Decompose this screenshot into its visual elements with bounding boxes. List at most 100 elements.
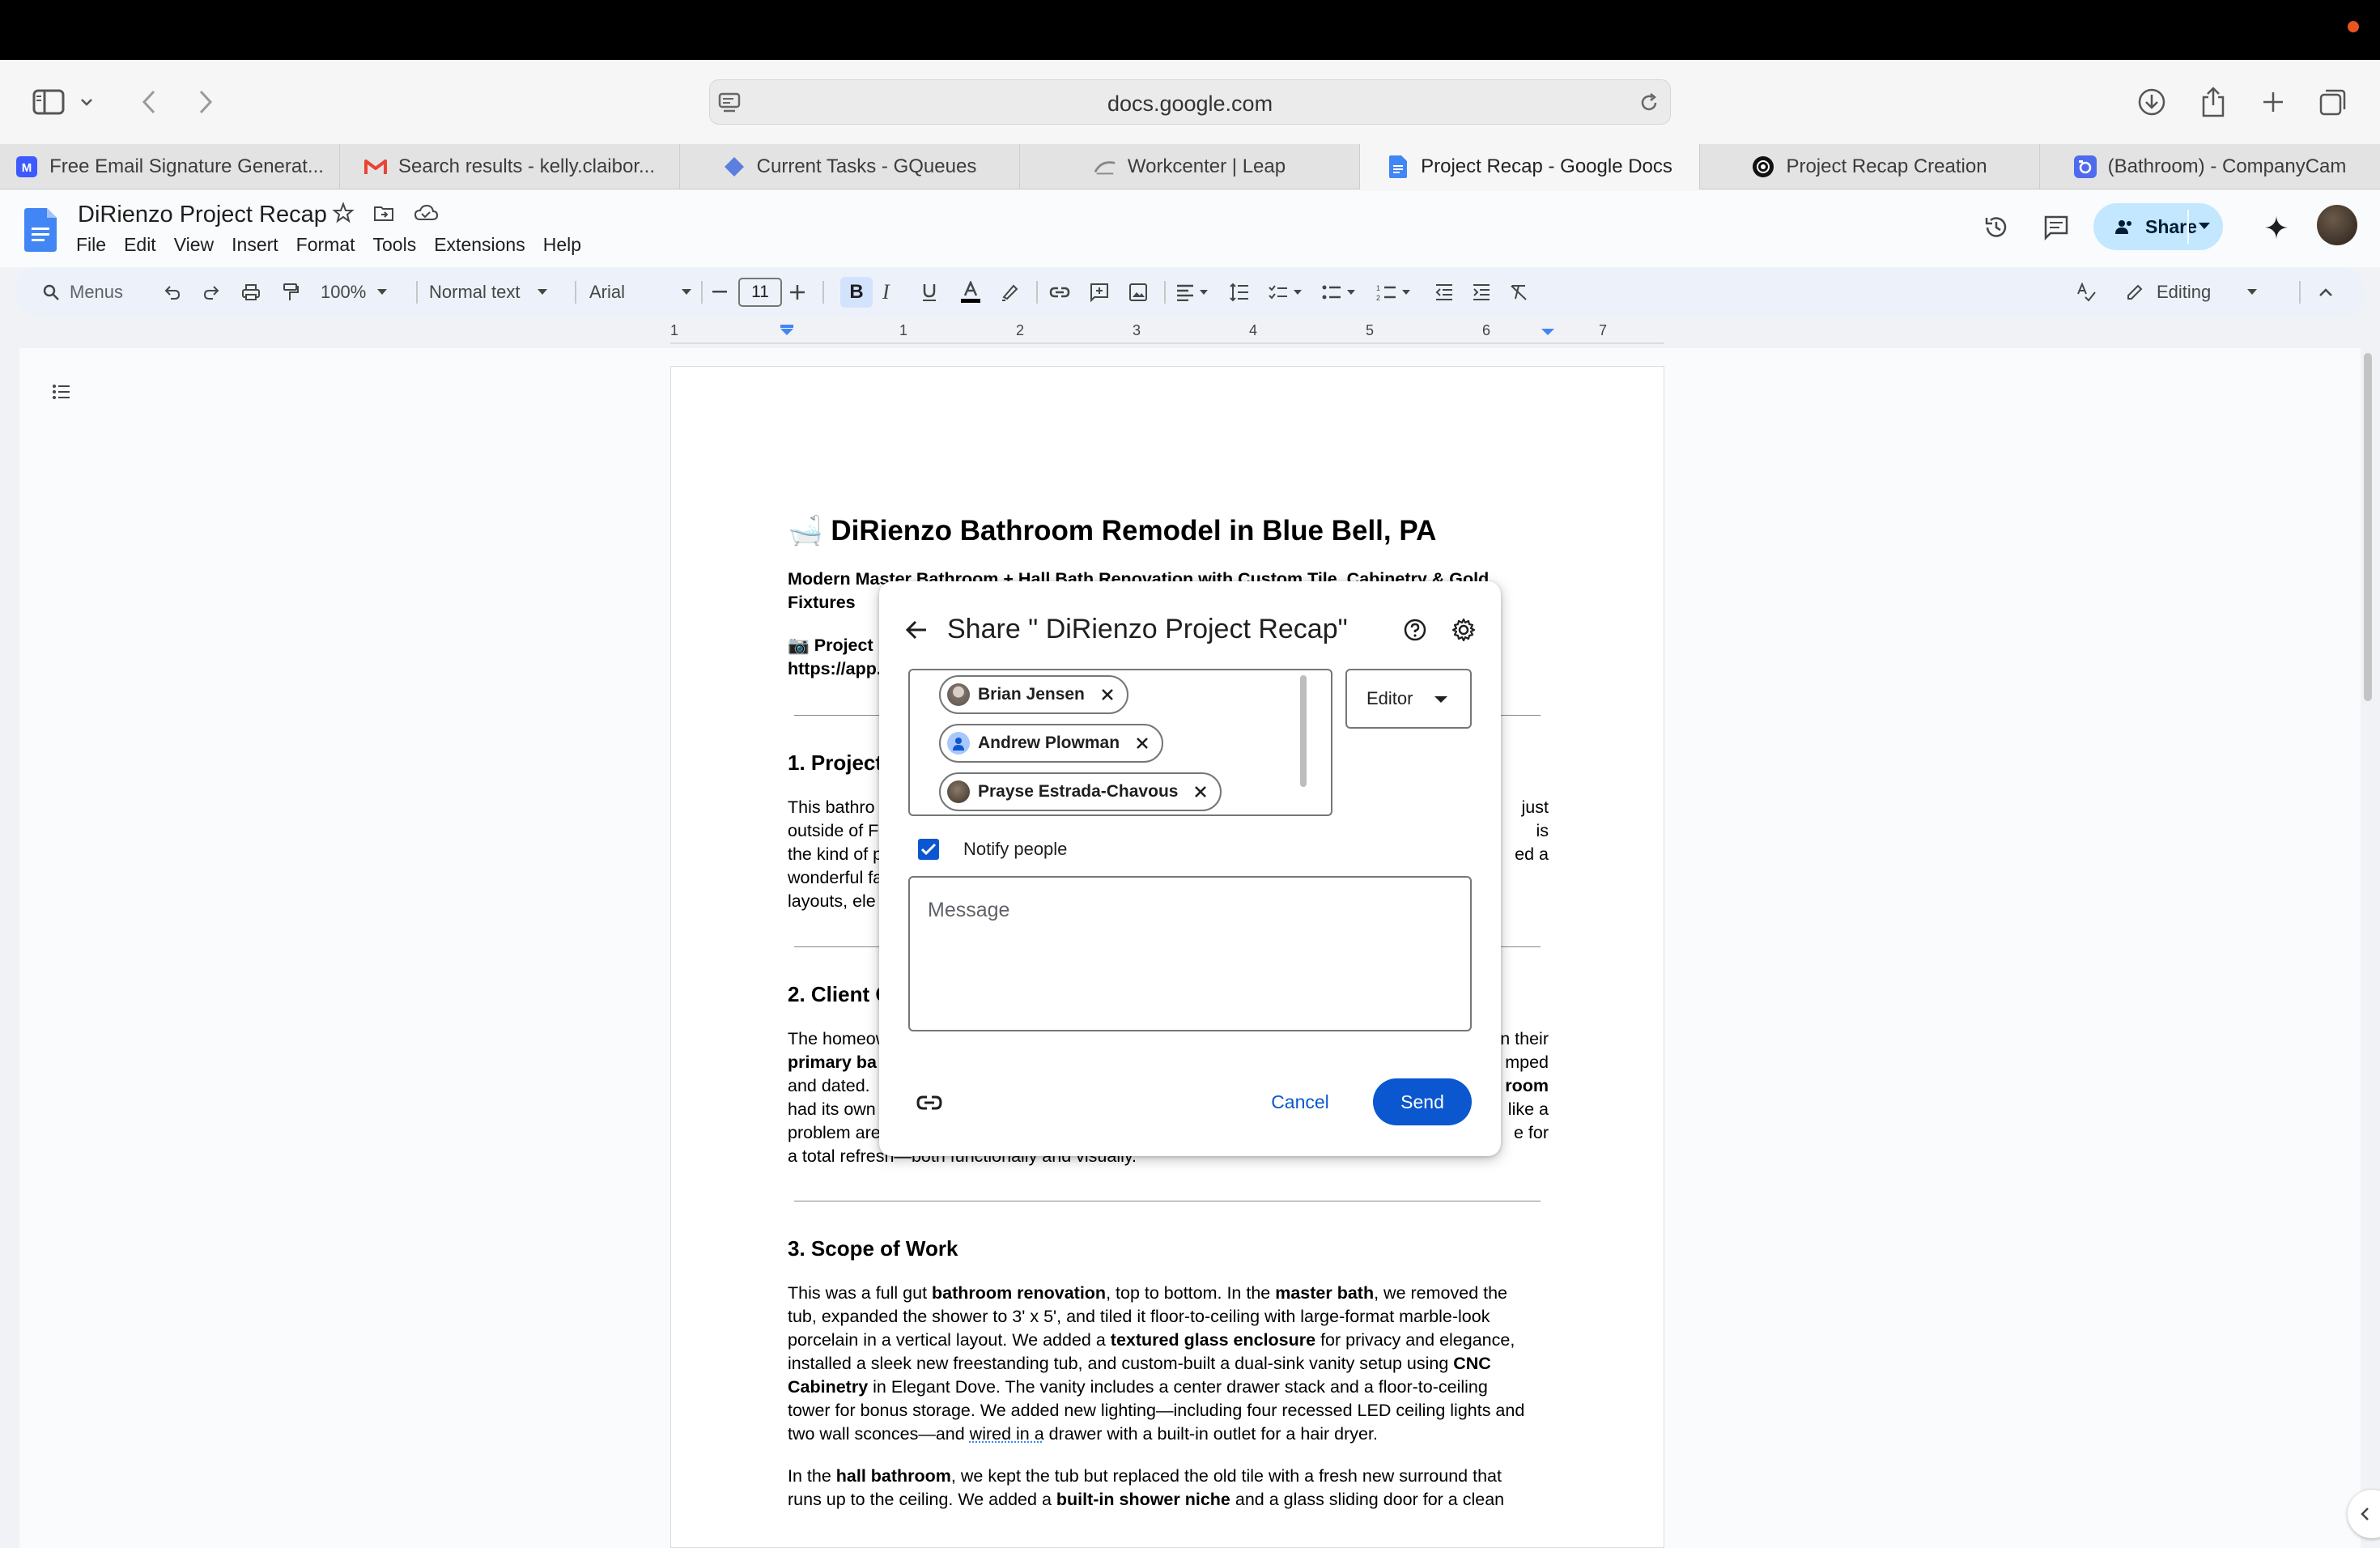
- horizontal-ruler[interactable]: 1 1 2 3 4 5 6 7: [670, 322, 1664, 347]
- decrease-font-size-icon[interactable]: [712, 267, 727, 317]
- zoom-select[interactable]: 100%: [321, 267, 388, 317]
- font-size-input[interactable]: 11: [738, 278, 782, 307]
- increase-indent-icon[interactable]: [1472, 267, 1491, 317]
- insert-image-icon[interactable]: [1128, 267, 1148, 317]
- bulleted-list-icon[interactable]: [1321, 267, 1355, 317]
- version-history-icon[interactable]: [1977, 208, 2016, 247]
- t: installed a sleek new freestanding tub, …: [788, 1354, 1454, 1373]
- star-icon[interactable]: [332, 202, 355, 224]
- menu-edit[interactable]: Edit: [124, 234, 156, 256]
- line-spacing-icon[interactable]: [1229, 267, 1250, 317]
- underline-icon[interactable]: [921, 267, 937, 317]
- tab-gqueues[interactable]: Current Tasks - GQueues: [680, 144, 1020, 189]
- cloud-saved-icon[interactable]: [413, 202, 439, 224]
- ruler-number: 4: [1249, 322, 1258, 338]
- print-icon[interactable]: [241, 267, 261, 317]
- recipient-chip[interactable]: Brian Jensen: [939, 675, 1128, 714]
- paragraph-style-select[interactable]: Normal text: [429, 267, 548, 317]
- menu-help[interactable]: Help: [543, 234, 581, 256]
- highlight-icon[interactable]: [1001, 267, 1020, 317]
- document-outline-icon[interactable]: [45, 376, 78, 408]
- new-tab-icon[interactable]: [2254, 83, 2293, 121]
- redo-icon[interactable]: [202, 267, 220, 317]
- numbered-list-icon[interactable]: 12: [1376, 267, 1410, 317]
- move-folder-icon[interactable]: [372, 202, 395, 224]
- align-icon[interactable]: [1175, 267, 1208, 317]
- send-button[interactable]: Send: [1373, 1078, 1472, 1125]
- text-line-end: is: [1536, 821, 1549, 840]
- document-heading: 🛁 DiRienzo Bathroom Remodel in Blue Bell…: [788, 514, 1436, 547]
- menu-extensions[interactable]: Extensions: [434, 234, 525, 256]
- back-arrow-icon[interactable]: [897, 610, 936, 649]
- bathtub-icon: 🛁: [788, 515, 823, 546]
- italic-button[interactable]: I: [882, 267, 890, 317]
- page-scrollbar[interactable]: [2364, 353, 2372, 701]
- menu-insert[interactable]: Insert: [232, 234, 278, 256]
- tab-overview-icon[interactable]: [2314, 83, 2352, 121]
- back-arrow-icon[interactable]: [130, 83, 168, 121]
- t: Cabinetry: [788, 1377, 869, 1397]
- menu-format[interactable]: Format: [296, 234, 355, 256]
- reload-icon[interactable]: [1634, 88, 1664, 117]
- undo-icon[interactable]: [164, 267, 181, 317]
- help-icon[interactable]: [1399, 614, 1431, 646]
- menu-tools[interactable]: Tools: [373, 234, 417, 256]
- comments-icon[interactable]: [2037, 208, 2076, 247]
- project-url-line[interactable]: https://app.: [788, 659, 882, 678]
- chevron-down-icon[interactable]: [76, 83, 97, 121]
- notify-checkbox[interactable]: [918, 839, 939, 860]
- gemini-sparkle-icon[interactable]: [2257, 208, 2296, 247]
- remove-recipient-icon[interactable]: [1133, 734, 1152, 753]
- google-docs-logo-icon[interactable]: [24, 208, 57, 252]
- tab-leap[interactable]: Workcenter | Leap: [1020, 144, 1360, 189]
- clear-formatting-icon[interactable]: [1509, 267, 1528, 317]
- download-icon[interactable]: [2132, 83, 2171, 121]
- share-icon[interactable]: [2194, 83, 2233, 121]
- menu-view[interactable]: View: [174, 234, 214, 256]
- text-color-icon[interactable]: [960, 267, 981, 317]
- share-dropdown-icon[interactable]: [2199, 223, 2210, 230]
- increase-font-size-icon[interactable]: [790, 267, 805, 317]
- message-textarea[interactable]: [908, 876, 1472, 1031]
- insert-link-icon[interactable]: [1049, 267, 1070, 317]
- menu-file[interactable]: File: [76, 234, 106, 256]
- bold-button[interactable]: B: [840, 277, 873, 308]
- t: built-in shower niche: [1056, 1490, 1230, 1509]
- sidebar-toggle-icon[interactable]: [29, 83, 68, 121]
- editing-mode-select[interactable]: Editing: [2126, 267, 2257, 317]
- ruler-number: 3: [1133, 322, 1141, 338]
- tab-gmail[interactable]: Search results - kelly.claibor...: [340, 144, 680, 189]
- address-bar[interactable]: docs.google.com: [709, 79, 1671, 125]
- tab-companycam[interactable]: (Bathroom) - CompanyCam: [2040, 144, 2380, 189]
- avatar: [947, 683, 970, 706]
- decrease-indent-icon[interactable]: [1434, 267, 1454, 317]
- recipient-chip[interactable]: Prayse Estrada-Chavous: [939, 772, 1222, 811]
- paint-format-icon[interactable]: [282, 267, 300, 317]
- notify-people-row[interactable]: Notify people: [918, 839, 1067, 860]
- tab-label: Current Tasks - GQueues: [756, 155, 977, 177]
- search-menus[interactable]: Menus: [42, 267, 123, 317]
- forward-arrow-icon[interactable]: [186, 83, 225, 121]
- role-dropdown[interactable]: Editor: [1345, 669, 1472, 729]
- tab-email-signature[interactable]: M Free Email Signature Generat...: [0, 144, 340, 189]
- font-select[interactable]: Arial: [589, 267, 692, 317]
- share-button[interactable]: Share: [2093, 203, 2223, 250]
- recipients-input[interactable]: Brian Jensen Andrew Plowman Prayse Estra…: [908, 669, 1332, 816]
- remove-recipient-icon[interactable]: [1098, 685, 1117, 704]
- recipients-scrollbar[interactable]: [1300, 675, 1307, 787]
- spellcheck-icon[interactable]: [2076, 267, 2097, 317]
- recipient-name: Prayse Estrada-Chavous: [978, 782, 1179, 801]
- copy-link-icon[interactable]: [910, 1087, 949, 1119]
- gear-icon[interactable]: [1447, 614, 1480, 646]
- ruler-number: 2: [1016, 322, 1025, 338]
- add-comment-icon[interactable]: [1090, 267, 1109, 317]
- document-title[interactable]: DiRienzo Project Recap: [78, 202, 327, 228]
- checklist-icon[interactable]: [1268, 267, 1302, 317]
- remove-recipient-icon[interactable]: [1191, 782, 1210, 802]
- tab-project-recap-creation[interactable]: Project Recap Creation: [1700, 144, 2040, 189]
- hide-menus-chevron-up-icon[interactable]: [2318, 267, 2333, 317]
- tab-google-docs[interactable]: Project Recap - Google Docs: [1360, 144, 1700, 189]
- cancel-button[interactable]: Cancel: [1258, 1078, 1342, 1125]
- recipient-chip[interactable]: Andrew Plowman: [939, 724, 1164, 763]
- account-avatar[interactable]: [2317, 205, 2357, 245]
